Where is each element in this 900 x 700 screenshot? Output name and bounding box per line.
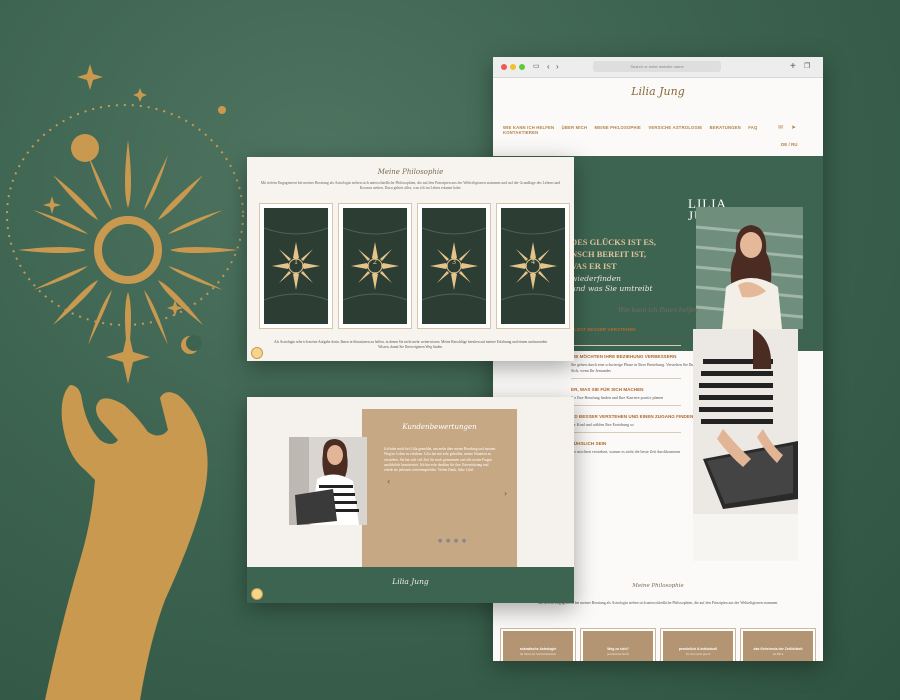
- scroll-badge-icon[interactable]: [251, 588, 263, 600]
- language-switch[interactable]: DE / RU: [781, 142, 798, 147]
- tarot-card-number: 2: [373, 257, 377, 266]
- testimonial-text: Ich habe mich bei Lilia gemeldet, um meh…: [384, 447, 496, 473]
- nav-item-astrology[interactable]: VERSICHE ASTROLOGIE: [648, 125, 702, 130]
- divider: [571, 378, 681, 379]
- back-icon[interactable]: ‹: [547, 60, 550, 74]
- tarot-card-face: 4: [501, 208, 565, 324]
- tabs-icon[interactable]: ❐: [804, 60, 810, 74]
- sidebar-icon[interactable]: ▭: [533, 60, 540, 74]
- tarot-card[interactable]: 4: [496, 203, 570, 329]
- tarot-card-face: 3: [422, 208, 486, 324]
- laptop-photo: [693, 329, 798, 561]
- tile-title: Weg zu sich?: [607, 647, 629, 651]
- next-arrow-icon[interactable]: ›: [504, 489, 507, 498]
- site-logo[interactable]: Lilia Jung: [493, 85, 823, 98]
- moon-icon: [71, 134, 99, 162]
- browser-toolbar: ▭ ‹ › Search or enter website name + ❐: [493, 57, 823, 78]
- tile-subtitle: im Blick: [772, 652, 784, 656]
- tarot-card[interactable]: 1: [259, 203, 333, 329]
- divider: [571, 405, 681, 406]
- tile-title: persönlich & individuell: [678, 647, 718, 651]
- testimonial-photo: [289, 437, 367, 525]
- sparkle-icon: [77, 64, 103, 90]
- hero-quote-line: VAS ER IST: [571, 261, 617, 271]
- prev-arrow-icon[interactable]: ‹: [387, 477, 390, 486]
- star-icon: [106, 330, 150, 384]
- send-icon[interactable]: ➤: [791, 124, 796, 131]
- tarot-card-number: 3: [452, 257, 456, 266]
- hero-quote: DES GLÜCKS IST ES, NSCH BEREIT IST, VAS …: [571, 236, 656, 272]
- philosophy-tile[interactable]: sokratische Astrologie im Sinne der Selb…: [500, 628, 576, 661]
- hero-quote-line: NSCH BEREIT IST,: [571, 249, 647, 259]
- site-footer: Lilia Jung: [247, 567, 574, 603]
- tarot-card[interactable]: 2: [338, 203, 412, 329]
- philosophy-tile[interactable]: das Geheimnis der Zeitlichkeit im Blick: [740, 628, 816, 661]
- address-bar[interactable]: Search or enter website name: [593, 61, 721, 72]
- nav-item-faq[interactable]: FAQ: [748, 125, 757, 130]
- divider: [571, 432, 681, 433]
- nav-item-philosophy[interactable]: MEINE PHILOSOPHIE: [595, 125, 641, 130]
- hero-sub-line: wiederfinden: [571, 274, 621, 283]
- hero-subtitle: wiederfinden und was Sie umtreibt: [571, 274, 653, 294]
- testimonial-card: Kundenbewertungen Ich habe mich bei Lili…: [247, 397, 574, 603]
- mail-icon[interactable]: ✉: [778, 124, 783, 131]
- tile-subtitle: Sie sind nicht gleich: [685, 652, 711, 656]
- philosophy-tile[interactable]: persönlich & individuell Sie sind nicht …: [660, 628, 736, 661]
- sun-icon: [18, 140, 238, 360]
- nav-item-consulting[interactable]: BERATUNGEN: [710, 125, 741, 130]
- tile-subtitle: persönlicher Reife: [606, 652, 630, 656]
- maximize-window-button[interactable]: [519, 64, 525, 70]
- philosophy-tile[interactable]: Weg zu sich? persönlicher Reife: [580, 628, 656, 661]
- sun-hand-illustration: [6, 64, 244, 700]
- philosophy-card-footer: Als Astrologin sehe ich meine Aufgabe da…: [274, 340, 547, 349]
- divider: [571, 345, 681, 346]
- tarot-card-number: 4: [531, 257, 535, 266]
- forward-icon[interactable]: ›: [556, 60, 559, 74]
- nav-item-contact[interactable]: KONTAKTIEREN: [503, 130, 538, 135]
- hand-icon: [45, 385, 208, 700]
- plus-icon[interactable]: +: [790, 60, 796, 74]
- tile-subtitle: im Sinne der Selbsterkenntnis: [520, 652, 556, 656]
- philosophy-card-title: Meine Philosophie: [377, 168, 444, 176]
- sparkle-icon: [43, 196, 61, 214]
- footer-logo[interactable]: Lilia Jung: [247, 577, 574, 586]
- hero-quote-line: DES GLÜCKS IST ES,: [571, 237, 656, 247]
- carousel-dots[interactable]: ● ● ● ●: [438, 538, 467, 544]
- tile-title: das Geheimnis der Zeitlichkeit: [753, 647, 803, 651]
- minimize-window-button[interactable]: [510, 64, 516, 70]
- philosophy-tiles: sokratische Astrologie im Sinne der Selb…: [500, 628, 816, 661]
- sparkle-icon: [133, 88, 147, 102]
- philosophy-card: Meine Philosophie Mit tiefem Engagement …: [247, 157, 574, 361]
- hero-sub-line: und was Sie umtreibt: [571, 284, 653, 293]
- tarot-card[interactable]: 3: [417, 203, 491, 329]
- tile-title: sokratische Astrologie: [519, 647, 557, 651]
- scroll-badge-icon[interactable]: [251, 347, 263, 359]
- main-nav: WIE KANN ICH HELFEN ÜBER MICH MEINE PHIL…: [503, 125, 803, 135]
- tarot-card-face: 1: [264, 208, 328, 324]
- site-header: Lilia Jung WIE KANN ICH HELFEN ÜBER MICH…: [493, 78, 823, 156]
- testimonial-title: Kundenbewertungen: [402, 423, 477, 431]
- tarot-card-face: 2: [343, 208, 407, 324]
- philosophy-card-intro: Mit tiefem Engagement bei meiner Beratun…: [260, 181, 561, 190]
- nav-item-about[interactable]: ÜBER MICH: [562, 125, 588, 130]
- tarot-card-number: 1: [294, 257, 298, 266]
- close-window-button[interactable]: [501, 64, 507, 70]
